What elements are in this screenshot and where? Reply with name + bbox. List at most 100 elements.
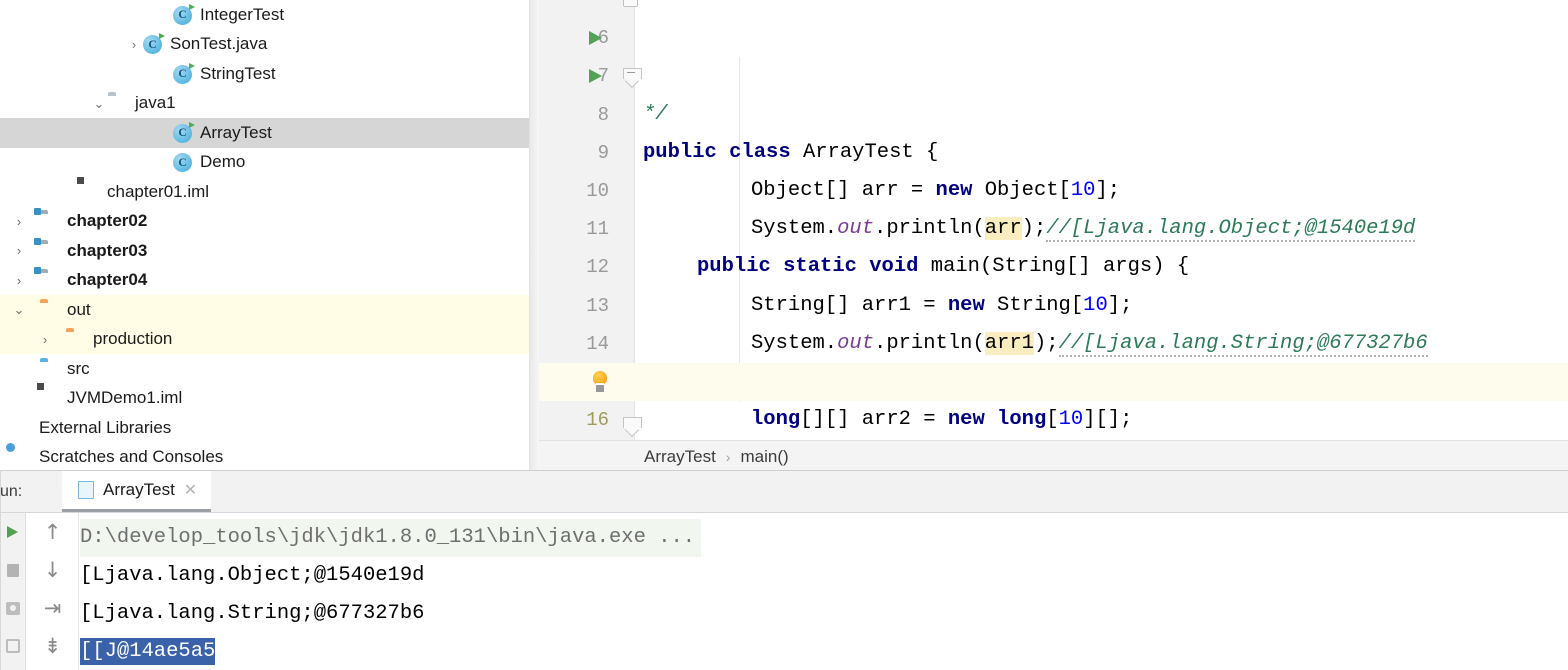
tree-item-external-libraries[interactable]: External Libraries	[0, 413, 530, 443]
module-folder-icon	[40, 211, 62, 231]
run-class-icon[interactable]	[589, 31, 602, 46]
tree-item-demo[interactable]: C Demo	[0, 148, 530, 178]
tree-item-src[interactable]: src	[0, 354, 530, 384]
run-method-icon[interactable]	[589, 69, 602, 84]
iml-file-icon	[40, 388, 62, 408]
chevron-down-icon[interactable]: ⌄	[90, 97, 108, 110]
code-line-12[interactable]: 12 String[] arr1 = new String[10];	[539, 210, 1568, 316]
export-button[interactable]	[0, 627, 25, 665]
code-line-6[interactable]: 6 */	[539, 0, 1568, 126]
run-tab-arraytest[interactable]: ArrayTest ✕	[62, 471, 212, 512]
fold-region-icon[interactable]	[623, 68, 642, 82]
run-window-label: un:	[0, 482, 23, 500]
console-document-icon	[78, 481, 94, 499]
java-class-icon: C	[173, 152, 195, 173]
run-panel-left-rail	[0, 470, 1, 670]
chevron-right-icon[interactable]: ›	[10, 215, 28, 228]
tree-item-chapter03[interactable]: › chapter03	[0, 236, 530, 266]
module-folder-icon	[40, 241, 62, 261]
camera-icon	[5, 601, 20, 615]
tree-item-sontest-java[interactable]: › C SonTest.java	[0, 30, 530, 60]
run-tab-bar: un: ArrayTest ✕	[0, 471, 1568, 513]
export-icon	[5, 639, 20, 653]
run-tool-window[interactable]: un: ArrayTest ✕ ↑ ↓ ⇥ ⇟ D:\develop_tools…	[0, 470, 1568, 670]
scroll-to-end-button[interactable]: ⇟	[27, 627, 78, 665]
package-folder-icon	[108, 93, 130, 113]
console-output-line: [Ljava.lang.Object;@1540e19d	[80, 564, 425, 587]
module-folder-icon	[40, 270, 62, 290]
tree-item-label: SonTest.java	[170, 34, 268, 54]
tree-item-chapter02[interactable]: › chapter02	[0, 207, 530, 237]
scratches-icon	[12, 447, 34, 467]
project-tool-window[interactable]: C IntegerTest › C SonTest.java C StringT…	[0, 0, 530, 470]
java-class-runnable-icon: C	[173, 3, 195, 25]
tree-item-label: StringTest	[200, 63, 276, 83]
scroll-down-button[interactable]: ↓	[27, 551, 78, 589]
tree-item-out[interactable]: ⌄ out	[0, 295, 530, 325]
tree-item-java1[interactable]: ⌄ java1	[0, 89, 530, 119]
tree-item-integertest[interactable]: C IntegerTest	[0, 0, 530, 30]
breadcrumb[interactable]: ArrayTest › main()	[539, 440, 1568, 472]
code-line-10[interactable]: 10 System.out.println(arr);//[Ljava.lang…	[539, 134, 1568, 243]
chevron-right-icon[interactable]: ›	[125, 38, 143, 51]
run-tab-label: ArrayTest	[103, 480, 175, 499]
tree-item-scratches-and-consoles[interactable]: Scratches and Consoles	[0, 443, 530, 471]
tree-item-chapter04[interactable]: › chapter04	[0, 266, 530, 296]
java-class-runnable-icon: C	[173, 62, 195, 84]
ide-window: C IntegerTest › C SonTest.java C StringT…	[0, 0, 1568, 670]
code-line-17[interactable]: 17 }	[539, 401, 1568, 439]
tree-item-label: java1	[135, 93, 176, 113]
scroll-up-button[interactable]: ↑	[27, 513, 78, 551]
tree-item-label: out	[67, 299, 91, 319]
fold-dash-icon	[627, 72, 635, 74]
code-line-16[interactable]: 16 System.out.println(arr2);//[[J@14ae5a…	[539, 362, 1568, 431]
tree-item-label: Scratches and Consoles	[39, 447, 224, 467]
chevron-right-icon[interactable]: ›	[36, 333, 54, 346]
tree-item-label: chapter02	[67, 211, 148, 231]
breadcrumb-class[interactable]: ArrayTest	[644, 447, 716, 467]
breadcrumb-method[interactable]: main()	[740, 447, 788, 467]
tree-item-label: Demo	[200, 152, 246, 172]
breadcrumb-separator-icon: ›	[725, 448, 731, 465]
stop-icon	[6, 563, 19, 577]
run-actions-sidebar[interactable]	[0, 513, 26, 670]
play-icon	[7, 526, 18, 538]
tree-item-production[interactable]: › production	[0, 324, 530, 354]
code-line-14[interactable]: 14	[539, 287, 1568, 355]
code-line-7[interactable]: 7 public class ArrayTest {	[539, 19, 1568, 164]
fold-collapse-icon[interactable]	[623, 0, 638, 7]
tree-item-jvmdemo1-iml[interactable]: JVMDemo1.iml	[0, 384, 530, 414]
code-line-15[interactable]: 15 long[][] arr2 = new long[10][];	[539, 325, 1568, 431]
tree-item-label: JVMDemo1.iml	[67, 388, 183, 408]
code-line-9[interactable]: 9 Object[] arr = new Object[10];	[539, 96, 1568, 202]
tree-item-stringtest[interactable]: C StringTest	[0, 59, 530, 89]
snapshot-button[interactable]	[0, 589, 25, 627]
code-editor[interactable]: 6 */ 7 public class ArrayTest { 8 public…	[539, 0, 1568, 440]
chevron-down-icon[interactable]: ⌄	[10, 303, 28, 316]
rerun-button[interactable]	[0, 513, 25, 551]
tree-panel-shadow	[530, 0, 539, 470]
output-folder-icon	[66, 329, 88, 349]
code-line-13[interactable]: 13 System.out.println(arr1);//[Ljava.lan…	[539, 248, 1568, 357]
chevron-right-icon[interactable]: ›	[10, 244, 28, 257]
external-libraries-icon	[12, 418, 34, 438]
chevron-right-icon[interactable]: ›	[10, 274, 28, 287]
console-toolbar[interactable]: ↑ ↓ ⇥ ⇟	[27, 513, 79, 670]
console-selected-text: [[J@14ae5a5	[80, 638, 216, 665]
soft-wrap-button[interactable]: ⇥	[27, 589, 78, 627]
fold-end-icon[interactable]	[623, 417, 642, 431]
close-icon[interactable]: ✕	[184, 480, 197, 500]
tree-item-label: ArrayTest	[200, 122, 272, 142]
tree-item-chapter01-iml[interactable]: chapter01.iml	[0, 177, 530, 207]
tree-item-label: IntegerTest	[200, 4, 285, 24]
stop-button[interactable]	[0, 551, 25, 589]
iml-file-icon	[80, 182, 102, 202]
java-class-runnable-icon: C	[173, 121, 195, 143]
output-folder-icon	[40, 300, 62, 320]
code-line-8[interactable]: 8 public static void main(String[] args)…	[539, 57, 1568, 278]
code-line-11[interactable]: 11	[539, 172, 1568, 240]
tree-item-arraytest[interactable]: C ArrayTest	[0, 118, 530, 148]
console-output-line-selected[interactable]: [[J@14ae5a5	[80, 633, 1568, 670]
intention-lightbulb-icon[interactable]	[591, 370, 609, 393]
console-output[interactable]: D:\develop_tools\jdk\jdk1.8.0_131\bin\ja…	[80, 513, 1568, 670]
